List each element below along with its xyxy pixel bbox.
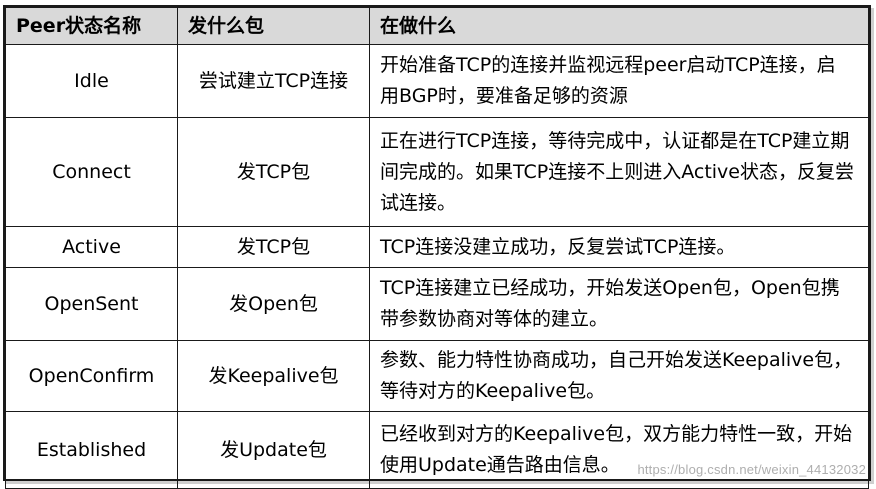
state-cell: Idle: [5, 44, 178, 118]
description-cell: 开始准备TCP的连接并监视远程peer启动TCP连接，启用BGP时，要准备足够的…: [369, 44, 869, 118]
table-row: OpenSent 发Open包 TCP连接建立已经成功，开始发送Open包，Op…: [5, 267, 869, 341]
table-row: OpenConfirm 发Keepalive包 参数、能力特性协商成功，自己开始…: [5, 340, 869, 412]
packet-cell: 发Open包: [177, 267, 370, 341]
watermark: https://blog.csdn.net/weixin_44132032: [637, 462, 866, 477]
bgp-state-table: Peer状态名称 发什么包 在做什么 Idle 尝试建立TCP连接 开始准备TC…: [5, 7, 869, 489]
description-cell: TCP连接建立已经成功，开始发送Open包，Open包携带参数协商对等体的建立。: [369, 267, 869, 341]
packet-cell: 发Keepalive包: [177, 340, 370, 412]
table-row: Active 发TCP包 TCP连接没建立成功，反复尝试TCP连接。: [5, 226, 869, 268]
state-cell: Established: [5, 411, 178, 489]
header-packet: 发什么包: [177, 7, 370, 45]
header-description: 在做什么: [369, 7, 869, 45]
packet-cell: 发Update包: [177, 411, 370, 489]
description-cell: 参数、能力特性协商成功，自己开始发送Keepalive包，等待对方的Keepal…: [369, 340, 869, 412]
table-row: Connect 发TCP包 正在进行TCP连接，等待完成中，认证都是在TCP建立…: [5, 117, 869, 227]
packet-cell: 发TCP包: [177, 226, 370, 268]
header-state-name: Peer状态名称: [5, 7, 178, 45]
table-row: Idle 尝试建立TCP连接 开始准备TCP的连接并监视远程peer启动TCP连…: [5, 44, 869, 118]
state-cell: OpenSent: [5, 267, 178, 341]
state-cell: OpenConfirm: [5, 340, 178, 412]
packet-cell: 尝试建立TCP连接: [177, 44, 370, 118]
bgp-state-table-frame: Peer状态名称 发什么包 在做什么 Idle 尝试建立TCP连接 开始准备TC…: [3, 5, 871, 489]
packet-cell: 发TCP包: [177, 117, 370, 227]
description-cell: 正在进行TCP连接，等待完成中，认证都是在TCP建立期间完成的。如果TCP连接不…: [369, 117, 869, 227]
state-cell: Active: [5, 226, 178, 268]
state-cell: Connect: [5, 117, 178, 227]
table-header-row: Peer状态名称 发什么包 在做什么: [5, 7, 869, 45]
description-cell: TCP连接没建立成功，反复尝试TCP连接。: [369, 226, 869, 268]
